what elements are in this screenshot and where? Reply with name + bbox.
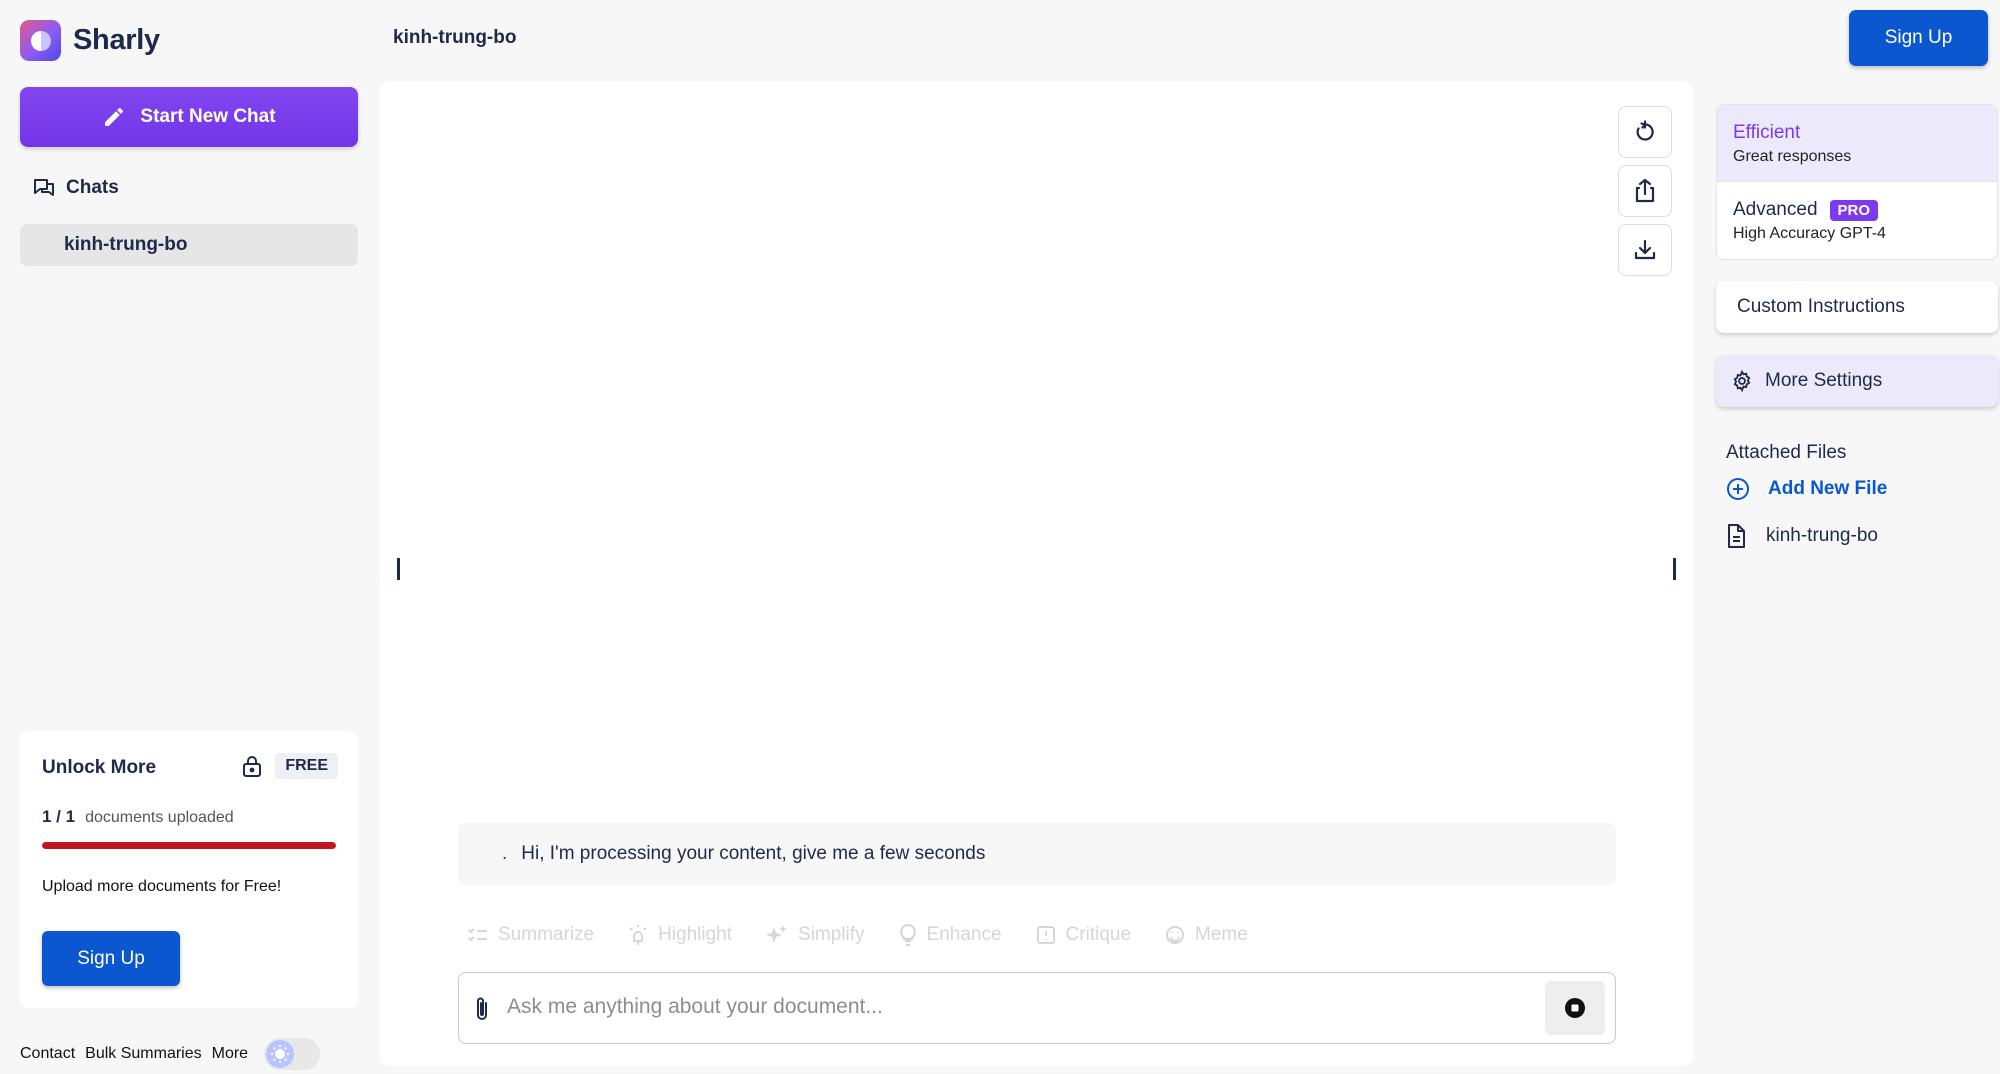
model-option-advanced[interactable]: Advanced PRO High Accuracy GPT-4 [1717, 182, 1997, 259]
loading-dot: . [502, 843, 508, 864]
lightbulb-icon [899, 924, 916, 946]
action-enhance-label: Enhance [926, 924, 1002, 945]
share-icon [1635, 178, 1655, 203]
attached-file-name: kinh-trung-bo [1766, 525, 1878, 546]
documents-count-label: documents uploaded [85, 809, 234, 826]
brand-name: Sharly [73, 24, 160, 56]
documents-count-value: 1 / 1 [42, 807, 76, 826]
refresh-icon [1636, 120, 1654, 141]
footer-link-contact[interactable]: Contact [20, 1045, 75, 1063]
model-option-description: Great responses [1733, 148, 1852, 165]
chat-item-label: kinh-trung-bo [64, 234, 188, 255]
sun-icon [266, 1040, 295, 1068]
refresh-button[interactable] [1618, 106, 1672, 158]
action-meme[interactable]: Meme [1165, 924, 1248, 946]
action-summarize-label: Summarize [498, 924, 595, 945]
upload-more-message: Upload more documents for Free! [42, 878, 282, 895]
footer-links: Contact Bulk Summaries More [20, 1038, 321, 1070]
model-selector: Efficient Great responses Advanced PRO H… [1716, 104, 1998, 260]
add-new-file-button[interactable]: Add New File [1726, 477, 1887, 501]
chat-input[interactable] [507, 973, 1507, 1041]
model-option-description: High Accuracy GPT-4 [1733, 225, 1886, 242]
highlight-icon [629, 925, 647, 945]
custom-instructions-label: Custom Instructions [1737, 296, 1905, 317]
action-meme-label: Meme [1195, 924, 1248, 945]
chats-header: Chats [32, 176, 119, 200]
action-highlight-label: Highlight [658, 924, 733, 945]
left-cursor-marker [397, 558, 400, 580]
action-summarize[interactable]: Summarize [468, 924, 594, 946]
sparkles-icon [766, 925, 788, 943]
header-signup-button[interactable]: Sign Up [1849, 10, 1988, 66]
assistant-message-text: Hi, I'm processing your content, give me… [521, 843, 986, 864]
download-button[interactable] [1618, 224, 1672, 276]
quick-actions: Summarize Highlight Simplify Enhance Cri… [468, 924, 1248, 946]
chat-bubbles-icon [34, 179, 54, 196]
upload-progress-bar [42, 842, 336, 849]
action-simplify-label: Simplify [798, 924, 865, 945]
pencil-icon [105, 107, 124, 126]
document-icon [1728, 524, 1745, 548]
right-cursor-marker [1673, 558, 1676, 580]
brand[interactable]: Sharly [20, 20, 160, 61]
chat-input-box [458, 972, 1616, 1044]
sidebar-signup-button[interactable]: Sign Up [42, 931, 180, 986]
stop-icon [1565, 998, 1585, 1018]
action-critique-label: Critique [1065, 924, 1132, 945]
upload-progress-fill [42, 842, 336, 849]
gear-icon [1733, 370, 1751, 392]
more-settings-button[interactable]: More Settings [1716, 355, 1998, 407]
action-simplify[interactable]: Simplify [766, 924, 865, 946]
documents-count: 1 / 1 documents uploaded [42, 807, 234, 827]
unlock-more-card: Unlock More FREE 1 / 1 documents uploaded… [20, 731, 358, 1008]
stop-button[interactable] [1545, 981, 1605, 1035]
footer-link-bulk-summaries[interactable]: Bulk Summaries [85, 1045, 201, 1063]
footer-link-more[interactable]: More [212, 1045, 248, 1063]
assistant-message: . Hi, I'm processing your content, give … [458, 823, 1616, 885]
model-option-name-row: Advanced PRO [1733, 199, 1981, 221]
custom-instructions-button[interactable]: Custom Instructions [1716, 281, 1998, 333]
critique-icon [1036, 926, 1055, 944]
plus-circle-icon [1727, 478, 1749, 500]
pro-badge: PRO [1829, 199, 1879, 221]
plan-badge: FREE [275, 753, 338, 779]
start-new-chat-button[interactable]: Start New Chat [20, 87, 358, 147]
download-icon [1634, 239, 1656, 260]
action-critique[interactable]: Critique [1036, 924, 1131, 946]
list-check-icon [468, 928, 487, 942]
add-new-file-label: Add New File [1768, 478, 1888, 499]
document-title: kinh-trung-bo [393, 27, 517, 48]
share-button[interactable] [1618, 165, 1672, 217]
unlock-title: Unlock More [42, 757, 157, 778]
paperclip-icon[interactable] [473, 995, 491, 1023]
lock-icon [243, 756, 262, 777]
attached-files-title: Attached Files [1726, 442, 1847, 463]
model-option-name: Advanced [1733, 199, 1818, 220]
theme-toggle[interactable] [264, 1038, 321, 1070]
left-sidebar: Sharly Start New Chat Chats kinh-trung-b… [0, 0, 378, 1074]
more-settings-label: More Settings [1765, 370, 1883, 391]
chats-label: Chats [66, 177, 119, 198]
attached-file-item[interactable]: kinh-trung-bo [1726, 524, 1878, 548]
action-enhance[interactable]: Enhance [899, 924, 1002, 946]
chat-item[interactable]: kinh-trung-bo [20, 224, 358, 266]
start-new-chat-label: Start New Chat [140, 106, 276, 127]
model-option-name: Efficient [1733, 122, 1801, 143]
sharly-logo-icon [20, 20, 61, 61]
chat-panel: . Hi, I'm processing your content, give … [380, 81, 1693, 1066]
model-option-efficient[interactable]: Efficient Great responses [1717, 105, 1997, 182]
action-highlight[interactable]: Highlight [628, 924, 732, 946]
plan-indicator: FREE [241, 753, 338, 779]
smile-icon [1166, 926, 1185, 944]
